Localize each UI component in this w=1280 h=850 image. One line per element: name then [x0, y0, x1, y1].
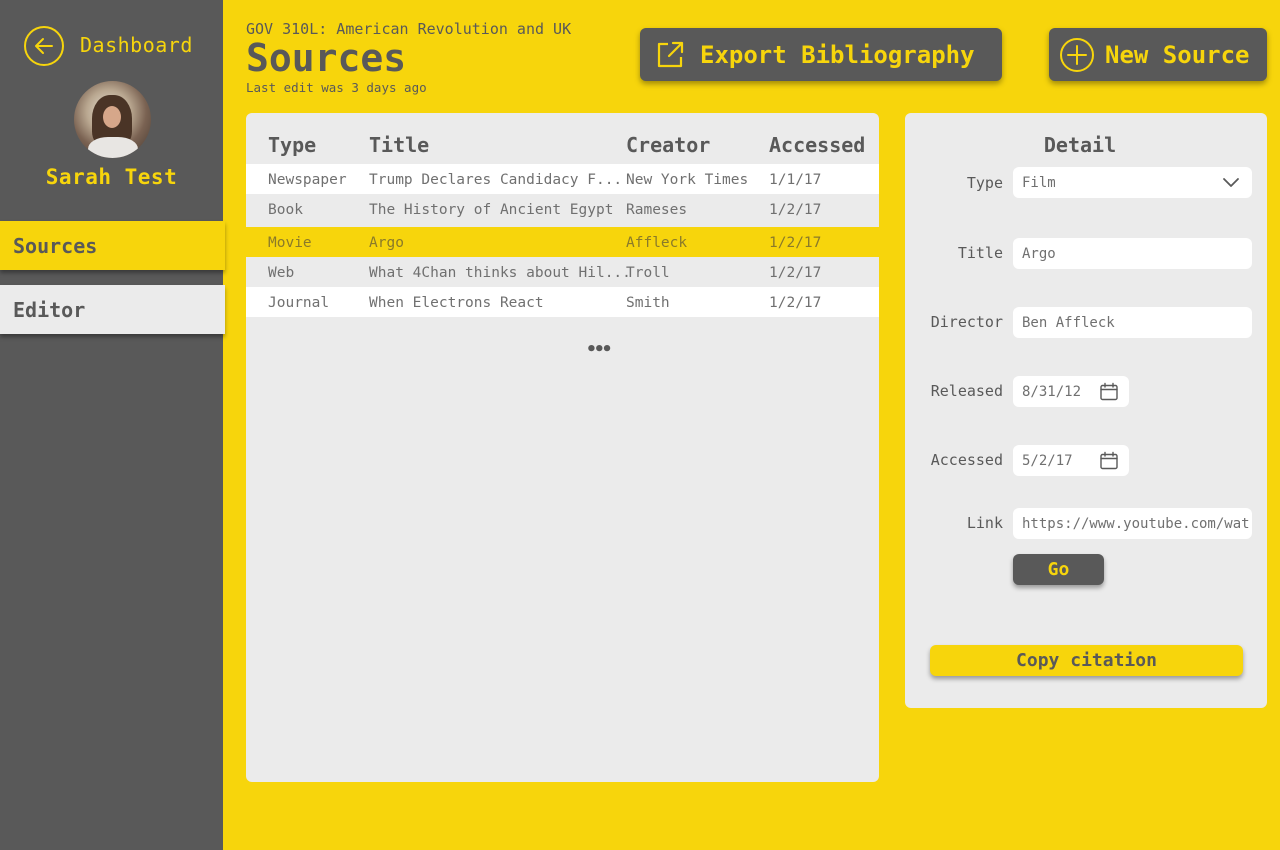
type-select[interactable]: Film: [1013, 167, 1252, 198]
detail-panel: Detail Type Film Title Argo Director Ben…: [905, 113, 1267, 708]
detail-title: Detail: [1043, 133, 1117, 157]
back-button[interactable]: [24, 26, 64, 66]
new-source-label: New Source: [1105, 40, 1250, 69]
cell-accessed: 1/2/17: [769, 202, 822, 218]
table-row[interactable]: Book The History of Ancient Egypt Ramese…: [246, 194, 879, 224]
cell-type: Journal: [268, 295, 330, 311]
export-bibliography-button[interactable]: Export Bibliography: [640, 28, 1002, 81]
cell-accessed: 1/2/17: [769, 265, 822, 281]
chevron-down-icon: [1223, 178, 1239, 187]
cell-accessed: 1/2/17: [769, 295, 822, 311]
arrow-left-icon: [35, 38, 53, 54]
table-row[interactable]: Journal When Electrons React Smith 1/2/1…: [246, 287, 879, 317]
accessed-date-value: 5/2/17: [1022, 452, 1073, 469]
released-date-field[interactable]: 8/31/12: [1013, 376, 1129, 407]
cell-type: Book: [268, 202, 303, 218]
type-label: Type: [966, 174, 1003, 192]
sources-table: Type Title Creator Accessed Newspaper Tr…: [246, 113, 879, 782]
sidebar: Dashboard Sarah Test Sources Editor: [0, 0, 225, 850]
cell-creator: Rameses: [626, 202, 688, 218]
cell-title: When Electrons React: [369, 295, 544, 311]
nav-item-editor[interactable]: Editor: [0, 285, 225, 334]
cell-creator: Troll: [626, 265, 670, 281]
link-label: Link: [966, 514, 1003, 532]
calendar-icon[interactable]: [1099, 382, 1119, 402]
cell-title: Trump Declares Candidacy F...: [369, 172, 623, 188]
column-header-creator[interactable]: Creator: [626, 133, 710, 157]
released-label: Released: [930, 382, 1003, 400]
link-field[interactable]: https://www.youtube.com/wat: [1013, 508, 1252, 539]
column-header-type[interactable]: Type: [268, 133, 316, 157]
table-row[interactable]: Web What 4Chan thinks about Hil... Troll…: [246, 257, 879, 287]
cell-title: Argo: [369, 235, 404, 251]
external-link-icon: [654, 39, 686, 71]
calendar-icon[interactable]: [1099, 451, 1119, 471]
load-more-button[interactable]: •••: [586, 339, 612, 360]
released-date-value: 8/31/12: [1022, 383, 1082, 400]
page-title: Sources: [246, 36, 407, 80]
cell-accessed: 1/1/17: [769, 172, 822, 188]
copy-citation-button[interactable]: Copy citation: [930, 645, 1243, 676]
director-field[interactable]: Ben Affleck: [1013, 307, 1252, 338]
type-select-value: Film: [1022, 174, 1056, 191]
cell-creator: Affleck: [626, 235, 688, 251]
cell-title: What 4Chan thinks about Hil...: [369, 265, 631, 281]
column-header-title[interactable]: Title: [369, 133, 429, 157]
nav-item-sources[interactable]: Sources: [0, 221, 225, 270]
cell-title: The History of Ancient Egypt: [369, 202, 614, 218]
new-source-button[interactable]: New Source: [1049, 28, 1267, 81]
export-bibliography-label: Export Bibliography: [700, 40, 975, 69]
table-row-selected[interactable]: Movie Argo Affleck 1/2/17: [246, 227, 879, 257]
accessed-label: Accessed: [930, 451, 1003, 469]
go-button[interactable]: Go: [1013, 554, 1104, 585]
cell-type: Newspaper: [268, 172, 347, 188]
cell-creator: Smith: [626, 295, 670, 311]
dashboard-link[interactable]: Dashboard: [80, 33, 193, 57]
last-edit-text: Last edit was 3 days ago: [246, 80, 427, 95]
title-field[interactable]: Argo: [1013, 238, 1252, 269]
column-header-accessed[interactable]: Accessed: [769, 133, 865, 157]
title-label: Title: [957, 244, 1003, 262]
accessed-date-field[interactable]: 5/2/17: [1013, 445, 1129, 476]
director-label: Director: [930, 313, 1003, 331]
plus-circle-icon: [1059, 37, 1095, 73]
table-row[interactable]: Newspaper Trump Declares Candidacy F... …: [246, 164, 879, 194]
cell-type: Movie: [268, 235, 312, 251]
cell-creator: New York Times: [626, 172, 749, 188]
cell-type: Web: [268, 265, 295, 281]
user-name: Sarah Test: [45, 165, 178, 189]
avatar: [74, 81, 151, 158]
cell-accessed: 1/2/17: [769, 235, 822, 251]
